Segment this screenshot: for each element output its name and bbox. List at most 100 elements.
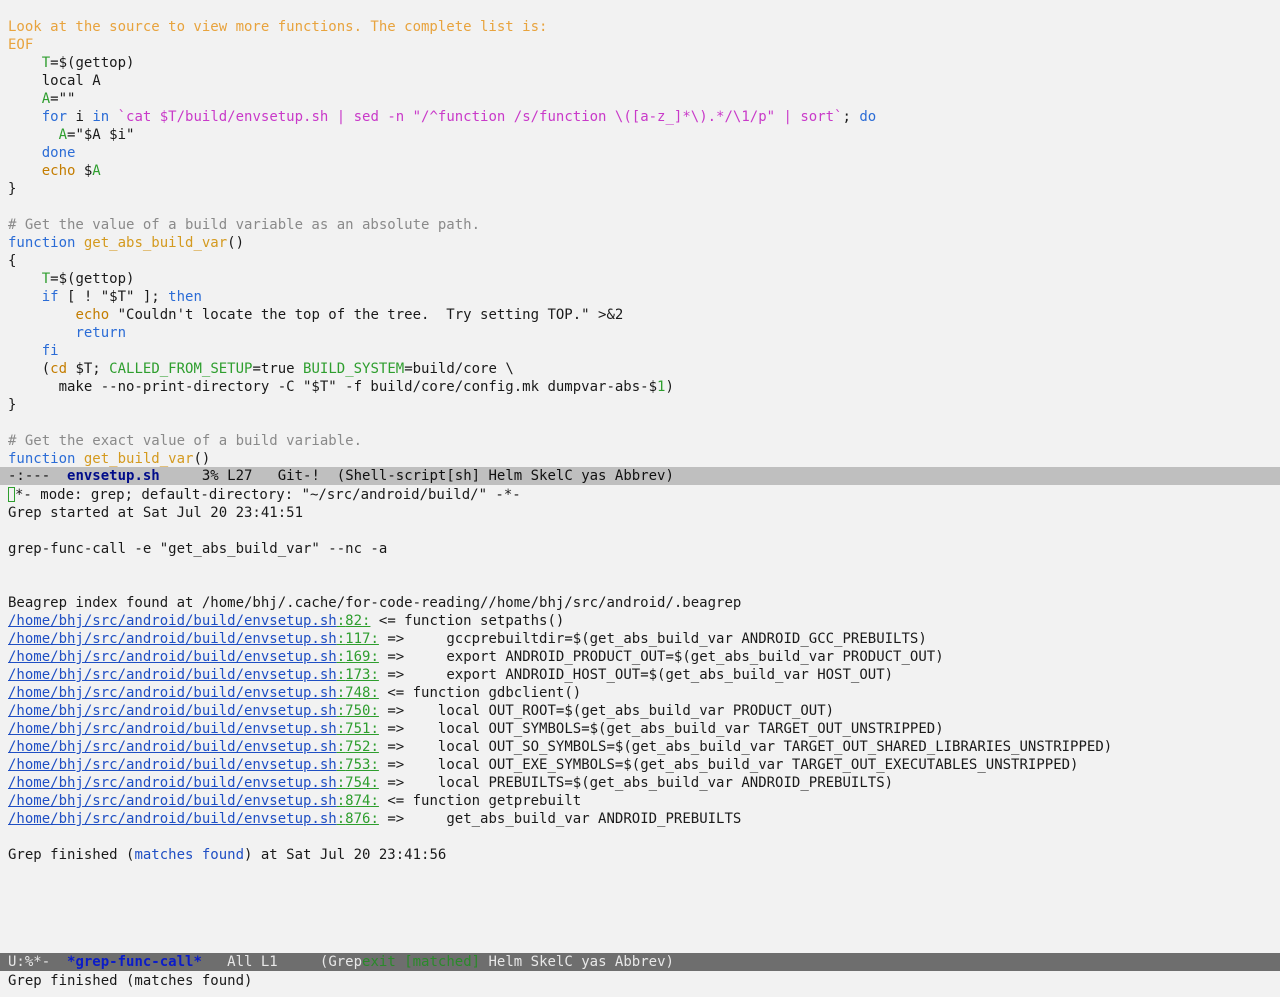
result-line-number[interactable]: 748 (345, 685, 370, 701)
grep-result-row[interactable]: /home/bhj/src/android/build/envsetup.sh:… (0, 810, 1280, 828)
result-line-number[interactable]: 169 (345, 649, 370, 665)
result-colon[interactable]: : (337, 613, 345, 629)
result-line-number[interactable]: 173 (345, 667, 370, 683)
result-colon[interactable]: : (337, 739, 345, 755)
result-colon[interactable]: : (337, 649, 345, 665)
result-file-link[interactable]: /home/bhj/src/android/build/envsetup.sh (8, 793, 337, 809)
matches-found-label: matches found (134, 847, 245, 863)
code-token: ) (665, 379, 674, 395)
code-token: A (41, 91, 51, 107)
result-file-link[interactable]: /home/bhj/src/android/build/envsetup.sh (8, 775, 337, 791)
result-line-number[interactable]: 752 (345, 739, 370, 755)
code-token: Look at the source to view more function… (8, 19, 548, 35)
grep-result-row[interactable]: /home/bhj/src/android/build/envsetup.sh:… (0, 756, 1280, 774)
code-line: A="$A $i" (0, 126, 1280, 144)
result-colon[interactable]: : (370, 775, 378, 791)
result-colon[interactable]: : (370, 721, 378, 737)
buffer-name[interactable]: envsetup.sh (67, 468, 160, 484)
result-file-link[interactable]: /home/bhj/src/android/build/envsetup.sh (8, 685, 337, 701)
result-text: => local OUT_ROOT=$(get_abs_build_var PR… (378, 703, 835, 719)
result-file-link[interactable]: /home/bhj/src/android/build/envsetup.sh (8, 649, 337, 665)
vcs-status[interactable]: Git-! (278, 468, 320, 484)
grep-result-row[interactable]: /home/bhj/src/android/build/envsetup.sh:… (0, 720, 1280, 738)
result-line-number[interactable]: 82 (345, 613, 362, 629)
result-line-number[interactable]: 754 (345, 775, 370, 791)
grep-results-list: /home/bhj/src/android/build/envsetup.sh:… (0, 612, 1280, 828)
grep-result-row[interactable]: /home/bhj/src/android/build/envsetup.sh:… (0, 702, 1280, 720)
grep-result-row[interactable]: /home/bhj/src/android/build/envsetup.sh:… (0, 792, 1280, 810)
grep-result-row[interactable]: /home/bhj/src/android/build/envsetup.sh:… (0, 648, 1280, 666)
grep-result-row[interactable]: /home/bhj/src/android/build/envsetup.sh:… (0, 738, 1280, 756)
code-token: get_abs_build_var (83, 235, 228, 251)
code-line: echo $A (0, 162, 1280, 180)
buffer-name[interactable]: *grep-func-call* (67, 954, 202, 970)
grep-results-pane[interactable]: *- mode: grep; default-directory: "~/src… (0, 486, 1280, 952)
result-colon[interactable]: : (337, 721, 345, 737)
result-line-number[interactable]: 750 (345, 703, 370, 719)
result-text: => local OUT_EXE_SYMBOLS=$(get_abs_build… (378, 757, 1079, 773)
result-file-link[interactable]: /home/bhj/src/android/build/envsetup.sh (8, 667, 337, 683)
result-text: <= function getprebuilt (378, 793, 582, 809)
mode-line-flags: U:%*- (8, 954, 68, 970)
result-file-link[interactable]: /home/bhj/src/android/build/envsetup.sh (8, 703, 337, 719)
echo-area: Grep finished (matches found) (8, 973, 253, 989)
code-line: T=$(gettop) (0, 54, 1280, 72)
result-line-number[interactable]: 874 (345, 793, 370, 809)
result-colon[interactable]: : (337, 667, 345, 683)
result-text: => gccprebuiltdir=$(get_abs_build_var AN… (378, 631, 927, 647)
result-colon[interactable]: : (370, 631, 378, 647)
code-token: } (8, 397, 17, 413)
result-colon[interactable]: : (370, 739, 378, 755)
grep-exit-status: exit [matched] (362, 954, 481, 970)
mode-line-grep[interactable]: U:%*- *grep-func-call* All L1 (Grepexit … (0, 953, 1280, 971)
result-colon[interactable]: : (337, 811, 345, 827)
result-colon[interactable]: : (370, 811, 378, 827)
code-token: ="$A $i" (67, 127, 135, 143)
grep-result-row[interactable]: /home/bhj/src/android/build/envsetup.sh:… (0, 774, 1280, 792)
result-colon[interactable]: : (370, 793, 378, 809)
result-colon[interactable]: : (370, 757, 378, 773)
code-editor-pane[interactable]: Look at the source to view more function… (0, 18, 1280, 468)
grep-result-row[interactable]: /home/bhj/src/android/build/envsetup.sh:… (0, 684, 1280, 702)
result-line-number[interactable]: 117 (345, 631, 370, 647)
result-colon[interactable]: : (370, 649, 378, 665)
code-token: EOF (8, 37, 34, 53)
text-cursor (8, 487, 15, 502)
result-colon[interactable]: : (337, 685, 345, 701)
grep-mode-open[interactable]: (Grep (320, 954, 362, 970)
result-file-link[interactable]: /home/bhj/src/android/build/envsetup.sh (8, 631, 337, 647)
result-colon[interactable]: : (337, 703, 345, 719)
mode-line-envsetup[interactable]: -:--- envsetup.sh 3% L27 Git-! (Shell-sc… (0, 467, 1280, 485)
result-file-link[interactable]: /home/bhj/src/android/build/envsetup.sh (8, 811, 337, 827)
result-file-link[interactable]: /home/bhj/src/android/build/envsetup.sh (8, 721, 337, 737)
result-colon[interactable]: : (337, 793, 345, 809)
result-file-link[interactable]: /home/bhj/src/android/build/envsetup.sh (8, 739, 337, 755)
code-line: } (0, 396, 1280, 414)
result-file-link[interactable]: /home/bhj/src/android/build/envsetup.sh (8, 757, 337, 773)
result-colon[interactable]: : (337, 757, 345, 773)
result-colon[interactable]: : (337, 631, 345, 647)
result-line-number[interactable]: 751 (345, 721, 370, 737)
grep-result-row[interactable]: /home/bhj/src/android/build/envsetup.sh:… (0, 612, 1280, 630)
code-line: { (0, 252, 1280, 270)
result-colon[interactable]: : (370, 667, 378, 683)
code-line: } (0, 180, 1280, 198)
result-file-link[interactable]: /home/bhj/src/android/build/envsetup.sh (8, 613, 337, 629)
result-line-number[interactable]: 876 (345, 811, 370, 827)
finished-suffix: ) at Sat Jul 20 23:41:56 (244, 847, 447, 863)
code-line: function get_abs_build_var() (0, 234, 1280, 252)
result-colon[interactable]: : (370, 685, 378, 701)
minor-modes[interactable]: Helm SkelC yas Abbrev) (480, 954, 673, 970)
result-line-number[interactable]: 753 (345, 757, 370, 773)
grep-result-row[interactable]: /home/bhj/src/android/build/envsetup.sh:… (0, 630, 1280, 648)
grep-result-row[interactable]: /home/bhj/src/android/build/envsetup.sh:… (0, 666, 1280, 684)
code-token: =$(gettop) (50, 55, 135, 71)
code-token: ="" (50, 91, 76, 107)
result-colon[interactable]: : (337, 775, 345, 791)
result-colon[interactable]: : (370, 703, 378, 719)
code-line: make --no-print-directory -C "$T" -f bui… (0, 378, 1280, 396)
major-minor-modes[interactable]: (Shell-script[sh] Helm SkelC yas Abbrev) (320, 468, 674, 484)
